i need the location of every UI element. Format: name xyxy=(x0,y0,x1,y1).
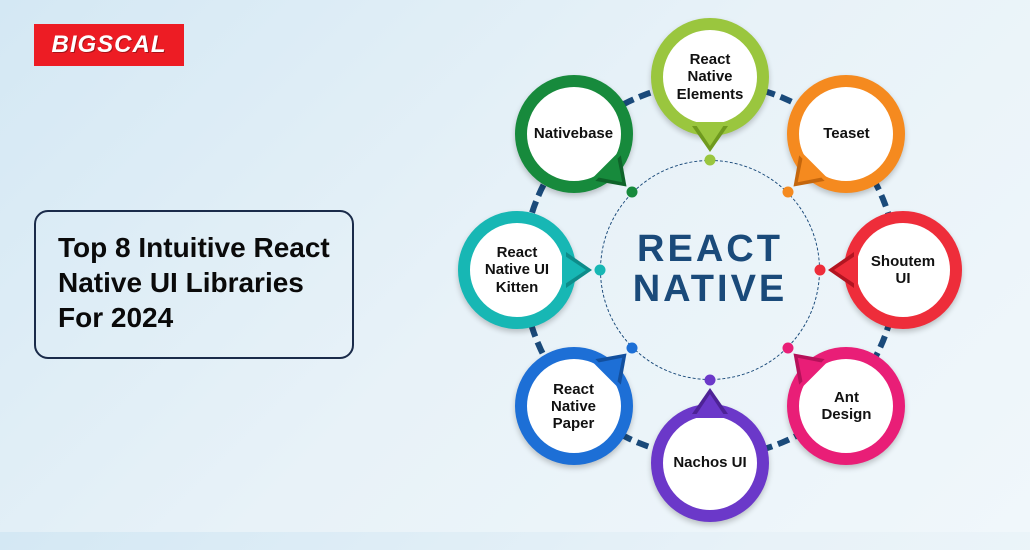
inner-ring-dot xyxy=(782,187,793,198)
diagram-node-label: Ant Design xyxy=(807,389,885,424)
center-line2: NATIVE xyxy=(633,270,788,310)
diagram-node: Shoutem UI xyxy=(844,211,962,329)
inner-ring-dot xyxy=(815,265,826,276)
radial-diagram: REACT NATIVE React Native Elements Teaset… xyxy=(430,0,990,550)
inner-ring-dot xyxy=(782,342,793,353)
center-line1: REACT xyxy=(633,230,788,270)
diagram-node-label: Teaset xyxy=(823,125,869,142)
diagram-center-title: REACT NATIVE xyxy=(633,230,788,310)
title-card: Top 8 Intuitive React Native UI Librarie… xyxy=(34,210,354,359)
inner-ring-dot xyxy=(595,265,606,276)
diagram-node: React Native UI Kitten xyxy=(458,211,576,329)
diagram-node-label: React Native Paper xyxy=(535,381,613,433)
diagram-node-label: Shoutem UI xyxy=(864,253,942,288)
diagram-node-label: React Native UI Kitten xyxy=(478,244,556,296)
page-title: Top 8 Intuitive React Native UI Librarie… xyxy=(58,230,330,335)
diagram-node: Nachos UI xyxy=(651,404,769,522)
diagram-arrow-tip xyxy=(694,122,726,146)
diagram-node-label: React Native Elements xyxy=(671,51,749,103)
diagram-arrow-tip xyxy=(694,394,726,418)
inner-ring-dot xyxy=(627,342,638,353)
brand-logo: BIGSCAL xyxy=(34,24,184,66)
inner-ring-dot xyxy=(627,187,638,198)
inner-ring-dot xyxy=(705,155,716,166)
diagram-node-label: Nativebase xyxy=(534,125,613,142)
diagram-node: React Native Elements xyxy=(651,18,769,136)
brand-logo-text: BIGSCAL xyxy=(52,31,167,59)
diagram-arrow-tip xyxy=(834,254,858,286)
inner-ring-dot xyxy=(705,375,716,386)
diagram-node-label: Nachos UI xyxy=(673,454,746,471)
diagram-arrow-tip xyxy=(562,254,586,286)
